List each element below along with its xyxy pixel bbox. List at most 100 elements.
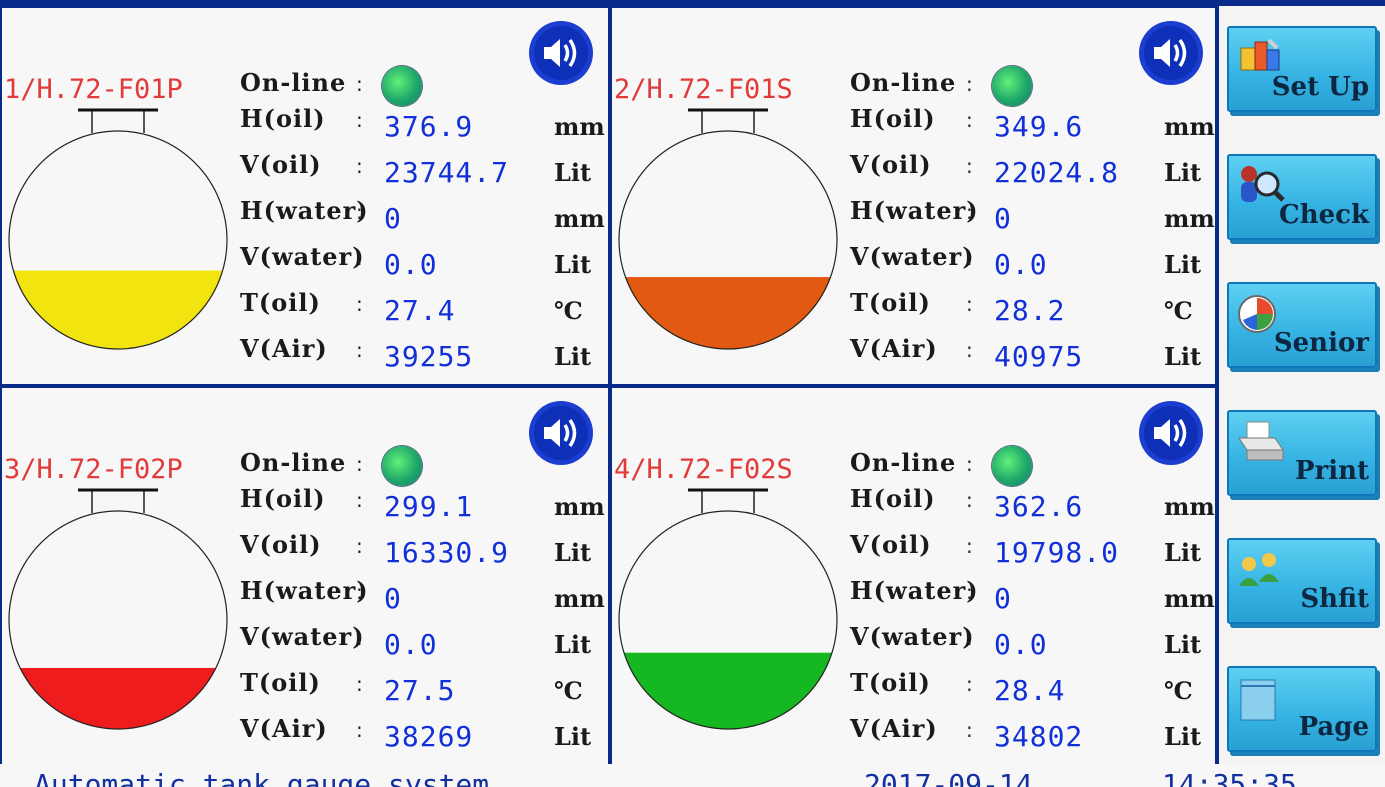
setup-label: Set Up xyxy=(1271,72,1369,102)
setup-button[interactable]: Set Up xyxy=(1227,26,1377,112)
users-icon xyxy=(1239,553,1279,586)
senior-label: Senior xyxy=(1273,328,1369,358)
separator: : xyxy=(966,452,973,476)
page-button[interactable]: Page xyxy=(1227,666,1377,752)
tank-gauge xyxy=(8,488,228,730)
row-value: 39255 xyxy=(384,340,474,373)
tank-name: 3/H.72-F02P xyxy=(4,454,183,485)
row-unit: Lit xyxy=(554,630,592,659)
separator: : xyxy=(356,154,363,178)
row-value: 376.9 xyxy=(384,110,474,143)
row-value: 0 xyxy=(994,582,1012,615)
tank-fill xyxy=(9,270,227,349)
row-value: 0.0 xyxy=(994,248,1048,281)
shift-button[interactable]: Shfit xyxy=(1227,538,1377,624)
tank-fill xyxy=(9,667,227,729)
row-label: V(oil) xyxy=(240,530,322,559)
row-value: 0.0 xyxy=(384,248,438,281)
separator: : xyxy=(966,292,973,316)
row-value: 22024.8 xyxy=(994,156,1120,189)
row-unit: mm xyxy=(554,204,605,233)
separator: : xyxy=(356,246,363,270)
row-value: 23744.7 xyxy=(384,156,510,189)
status-bar: Automatic tank gauge system 2017-09-14 1… xyxy=(0,764,1385,787)
online-indicator xyxy=(382,66,422,106)
online-label: On-line xyxy=(240,448,347,477)
row-label: V(Air) xyxy=(850,714,938,743)
row-label: T(oil) xyxy=(240,668,321,697)
row-unit: mm xyxy=(1164,584,1215,613)
row-value: 27.5 xyxy=(384,674,456,707)
separator: : xyxy=(966,534,973,558)
row-unit: mm xyxy=(1164,492,1215,521)
row-label: H(water) xyxy=(240,196,369,225)
tank-panel-1: 1/H.72-F01P On-line: H(oil):376.9 mm V(oil)… xyxy=(2,8,608,384)
separator: : xyxy=(356,200,363,224)
speaker-icon[interactable] xyxy=(1138,20,1204,86)
row-unit: mm xyxy=(554,112,605,141)
speaker-icon[interactable] xyxy=(528,20,594,86)
row-label: V(Air) xyxy=(240,714,328,743)
row-label: T(oil) xyxy=(240,288,321,317)
row-unit: Lit xyxy=(554,250,592,279)
separator: : xyxy=(966,246,973,270)
row-value: 19798.0 xyxy=(994,536,1120,569)
print-button[interactable]: Print xyxy=(1227,410,1377,496)
speaker-icon[interactable] xyxy=(1138,400,1204,466)
row-label: V(water) xyxy=(240,622,365,651)
tank-name: 2/H.72-F01S xyxy=(614,74,793,105)
separator: : xyxy=(356,626,363,650)
check-label: Check xyxy=(1279,200,1369,230)
row-label: H(oil) xyxy=(240,484,326,513)
row-unit: Lit xyxy=(1164,250,1202,279)
separator: : xyxy=(966,338,973,362)
row-label: T(oil) xyxy=(850,668,931,697)
row-label: V(oil) xyxy=(240,150,322,179)
row-unit: ℃ xyxy=(554,676,583,705)
separator: : xyxy=(966,108,973,132)
tank-gauge xyxy=(618,108,838,350)
online-label: On-line xyxy=(240,68,347,97)
separator: : xyxy=(966,72,973,96)
row-label: V(oil) xyxy=(850,530,932,559)
separator: : xyxy=(356,488,363,512)
row-label: H(oil) xyxy=(850,484,936,513)
separator: : xyxy=(356,580,363,604)
row-value: 0.0 xyxy=(994,628,1048,661)
printer-icon xyxy=(1238,421,1284,461)
row-value: 362.6 xyxy=(994,490,1084,523)
separator: : xyxy=(966,718,973,742)
row-label: T(oil) xyxy=(850,288,931,317)
separator: : xyxy=(966,154,973,178)
row-label: V(water) xyxy=(850,622,975,651)
check-button[interactable]: Check xyxy=(1227,154,1377,240)
sidebar: Set Up Check Senior Print Shfit Page xyxy=(1219,6,1385,776)
row-value: 28.2 xyxy=(994,294,1066,327)
page-label: Page xyxy=(1298,712,1369,742)
row-value: 299.1 xyxy=(384,490,474,523)
system-title: Automatic tank gauge system xyxy=(34,768,490,787)
row-unit: Lit xyxy=(554,722,592,751)
separator: : xyxy=(966,580,973,604)
row-unit: Lit xyxy=(1164,342,1202,371)
separator: : xyxy=(356,534,363,558)
tank-gauge-screen: 1/H.72-F01P On-line: H(oil):376.9 mm V(oil)… xyxy=(0,6,1385,787)
row-value: 28.4 xyxy=(994,674,1066,707)
senior-button[interactable]: Senior xyxy=(1227,282,1377,368)
row-value: 34802 xyxy=(994,720,1084,753)
row-label: H(oil) xyxy=(850,104,936,133)
notepad-icon xyxy=(1240,679,1276,721)
separator: : xyxy=(356,672,363,696)
separator: : xyxy=(966,626,973,650)
row-unit: Lit xyxy=(554,342,592,371)
separator: : xyxy=(356,72,363,96)
row-value: 0 xyxy=(384,202,402,235)
row-unit: mm xyxy=(554,492,605,521)
status-date: 2017-09-14 xyxy=(864,768,1033,787)
row-unit: Lit xyxy=(1164,158,1202,187)
shift-label: Shfit xyxy=(1300,584,1369,614)
row-unit: ℃ xyxy=(1164,296,1193,325)
row-label: V(water) xyxy=(850,242,975,271)
separator: : xyxy=(356,338,363,362)
speaker-icon[interactable] xyxy=(528,400,594,466)
